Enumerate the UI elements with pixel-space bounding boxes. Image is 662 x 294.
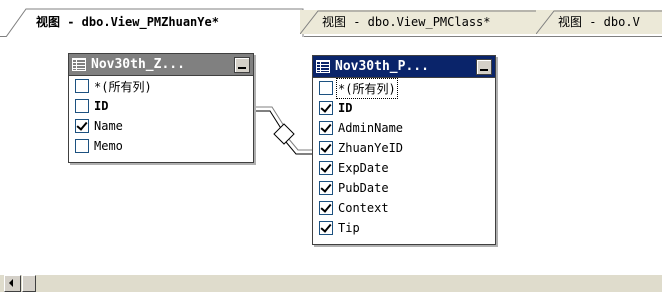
tab-view-v[interactable]: 视图 - dbo.V — [536, 10, 662, 34]
column-name: ExpDate — [338, 161, 389, 175]
column-name: Context — [338, 201, 389, 215]
column-checkbox[interactable] — [319, 201, 333, 215]
column-checkbox[interactable] — [319, 141, 333, 155]
diagram-pane[interactable]: Nov30th_Z... *(所有列) ID Name Memo Nov30th… — [0, 38, 662, 266]
column-name: Tip — [338, 221, 360, 235]
column-name: ZhuanYeID — [338, 141, 404, 155]
column-name: Name — [94, 119, 123, 133]
table-grid-icon — [316, 60, 330, 73]
tab-view-pmzhuanye[interactable]: 视图 - dbo.View_PMZhuanYe* — [6, 8, 304, 37]
table-title: Nov30th_Z... — [91, 57, 185, 72]
scroll-left-arrow-icon[interactable] — [4, 275, 21, 292]
column-name: ID — [338, 101, 353, 115]
table-window-nov30th-zhuanye[interactable]: Nov30th_Z... *(所有列) ID Name Memo — [68, 53, 254, 163]
column-list: *(所有列) ID AdminName ZhuanYeID ExpDate Pu… — [313, 77, 495, 238]
column-row-context[interactable]: Context — [313, 198, 495, 218]
column-checkbox[interactable] — [75, 139, 89, 153]
table-title-bar[interactable]: Nov30th_Z... — [69, 54, 253, 76]
column-name: Memo — [94, 139, 123, 153]
tab-strip: 视图 - dbo.View_PMZhuanYe* 视图 - dbo.View_P… — [0, 0, 662, 38]
column-row-all[interactable]: *(所有列) — [69, 76, 253, 96]
tab-label: 视图 - dbo.V — [558, 15, 640, 29]
column-checkbox[interactable] — [319, 181, 333, 195]
column-checkbox[interactable] — [319, 161, 333, 175]
column-row-name[interactable]: Name — [69, 116, 253, 136]
column-checkbox[interactable] — [319, 221, 333, 235]
column-checkbox[interactable] — [75, 99, 89, 113]
column-checkbox[interactable] — [319, 121, 333, 135]
table-window-nov30th-pm[interactable]: Nov30th_P... *(所有列) ID AdminName ZhuanYe… — [312, 55, 496, 245]
column-name: ID — [94, 99, 109, 113]
tab-label: 视图 - dbo.View_PMZhuanYe* — [36, 15, 219, 29]
horizontal-scrollbar[interactable] — [0, 275, 662, 292]
scrollbar-thumb[interactable] — [22, 275, 36, 292]
column-list: *(所有列) ID Name Memo — [69, 76, 253, 156]
table-grid-icon — [72, 58, 86, 71]
tab-view-pmclass[interactable]: 视图 - dbo.View_PMClass* — [300, 10, 538, 34]
tab-label: 视图 - dbo.View_PMClass* — [322, 15, 491, 29]
table-title: Nov30th_P... — [335, 59, 429, 74]
column-checkbox[interactable] — [75, 119, 89, 133]
column-row-zhuanyeid[interactable]: ZhuanYeID — [313, 138, 495, 158]
column-name: PubDate — [338, 181, 389, 195]
column-checkbox[interactable] — [75, 79, 89, 93]
column-name: *(所有列) — [94, 79, 152, 94]
minimize-icon[interactable] — [234, 56, 250, 73]
minimize-icon[interactable] — [476, 58, 492, 75]
table-title-bar[interactable]: Nov30th_P... — [313, 56, 495, 78]
column-row-id[interactable]: ID — [313, 98, 495, 118]
column-row-memo[interactable]: Memo — [69, 136, 253, 156]
column-row-tip[interactable]: Tip — [313, 218, 495, 238]
column-row-pubdate[interactable]: PubDate — [313, 178, 495, 198]
column-row-expdate[interactable]: ExpDate — [313, 158, 495, 178]
column-row-id[interactable]: ID — [69, 96, 253, 116]
column-row-all[interactable]: *(所有列) — [313, 77, 495, 99]
column-name: AdminName — [338, 121, 404, 135]
column-checkbox[interactable] — [319, 81, 333, 95]
column-checkbox[interactable] — [319, 101, 333, 115]
column-name: *(所有列) — [336, 77, 398, 99]
column-row-adminname[interactable]: AdminName — [313, 118, 495, 138]
